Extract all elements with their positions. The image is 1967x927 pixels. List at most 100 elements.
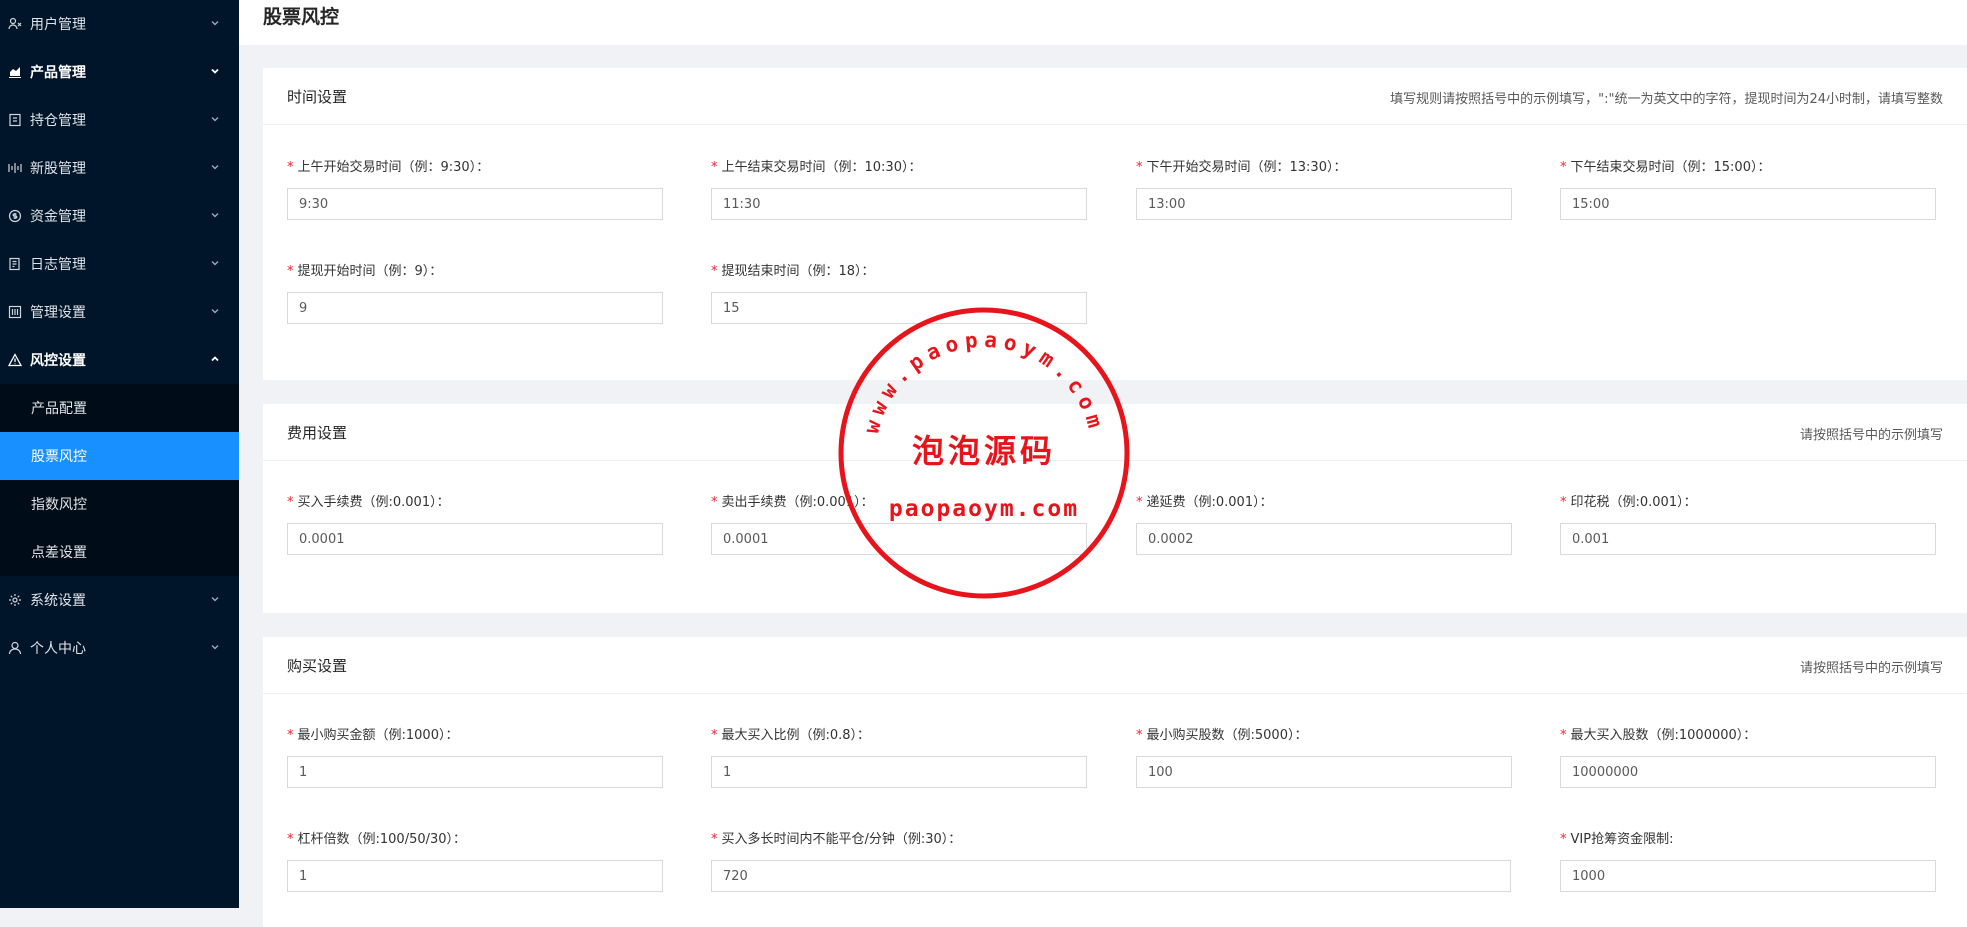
risk-settings-submenu: 产品配置 股票风控 指数风控 点差设置 [0, 384, 239, 576]
sidebar-item-label: 管理设置 [30, 305, 86, 321]
required-mark: * [287, 728, 294, 743]
main-content: 股票风控 时间设置 填写规则请按照括号中的示例填写，":"统一为英文中的字符，提… [239, 0, 1967, 927]
field-label: 最小购买金额（例:1000）： [297, 728, 459, 743]
required-mark: * [1560, 495, 1567, 510]
card-header: 费用设置 请按照括号中的示例填写 [263, 404, 1967, 461]
sidebar-item-ipo-management[interactable]: 新股管理 [0, 144, 239, 192]
sidebar-item-personal-center[interactable]: 个人中心 [0, 624, 239, 672]
time-settings-card: 时间设置 填写规则请按照括号中的示例填写，":"统一为英文中的字符，提现时间为2… [263, 68, 1967, 380]
chevron-down-icon [211, 596, 219, 602]
card-title: 时间设置 [287, 88, 348, 106]
sidebar-item-label: 用户管理 [30, 17, 86, 33]
card-title: 购买设置 [287, 657, 348, 675]
chevron-down-icon [211, 308, 219, 314]
required-mark: * [711, 832, 718, 847]
chevron-up-icon [211, 356, 219, 362]
am-start-time-input[interactable] [287, 188, 663, 220]
sidebar-subitem-index-risk[interactable]: 指数风控 [0, 480, 239, 528]
pm-end-time-input[interactable] [1560, 188, 1936, 220]
form-field: * VIP抢筹资金限制: [1560, 830, 1936, 892]
chevron-down-icon [211, 212, 219, 218]
buy-settings-card: 购买设置 请按照括号中的示例填写 *最小购买金额（例:1000）： *最大买入比… [263, 637, 1967, 927]
field-label: 上午结束交易时间（例：10:30）： [721, 160, 922, 175]
form-field: * 上午开始交易时间（例：9:30）： [287, 158, 663, 220]
chevron-down-icon [211, 68, 219, 74]
field-label: VIP抢筹资金限制: [1570, 832, 1674, 847]
sidebar-item-position-management[interactable]: 持仓管理 [0, 96, 239, 144]
card-hint: 请按照括号中的示例填写 [1799, 661, 1943, 676]
field-label: 最大买入比例（例:0.8）： [721, 728, 871, 743]
sell-fee-input[interactable] [711, 523, 1087, 555]
sidebar-item-label: 产品管理 [30, 65, 86, 81]
required-mark: * [1560, 728, 1567, 743]
form-field: * 印花税（例:0.001）： [1560, 493, 1936, 555]
max-buy-shares-input[interactable] [1560, 756, 1936, 788]
sidebar-item-system-settings[interactable]: 系统设置 [0, 576, 239, 624]
sidebar-item-label: 新股管理 [30, 161, 86, 177]
form-field: * 最大买入比例（例:0.8）： [711, 726, 1087, 788]
min-buy-amount-input[interactable] [287, 756, 663, 788]
leverage-input[interactable] [287, 860, 663, 892]
sidebar-item-label: 个人中心 [30, 641, 86, 657]
sidebar-item-fund-management[interactable]: 资金管理 [0, 192, 239, 240]
field-label: 上午开始交易时间（例：9:30）： [297, 160, 490, 175]
field-label: 最大买入股数（例:1000000）： [1570, 728, 1757, 743]
form-field: * 买入多长时间内不能平仓/分钟（例:30）： [711, 830, 1511, 892]
required-mark: * [287, 495, 294, 510]
user-admin-icon [8, 17, 22, 31]
form-field: * 下午结束交易时间（例：15:00）： [1560, 158, 1936, 220]
settings-panel-icon [8, 305, 22, 319]
pm-start-time-input[interactable] [1136, 188, 1512, 220]
vip-fund-limit-input[interactable] [1560, 860, 1936, 892]
sidebar-subitem-stock-risk[interactable]: 股票风控 [0, 432, 239, 480]
fee-settings-card: 费用设置 请按照括号中的示例填写 *买入手续费（例:0.001）： *卖出手续费… [263, 404, 1967, 613]
withdraw-end-time-input[interactable] [711, 292, 1087, 324]
form-field: * 递延费（例:0.001）： [1136, 493, 1512, 555]
required-mark: * [287, 264, 294, 279]
sidebar-item-label: 系统设置 [30, 593, 86, 609]
chevron-down-icon [211, 20, 219, 26]
am-end-time-input[interactable] [711, 188, 1087, 220]
sidebar-item-admin-settings[interactable]: 管理设置 [0, 288, 239, 336]
sidebar: 用户管理 产品管理 持仓管理 新股管理 资金管理 日志管理 管理设置 风控设置 … [0, 0, 239, 908]
form-field: * 卖出手续费（例:0.001）： [711, 493, 1087, 555]
sidebar-item-label: 持仓管理 [30, 113, 86, 129]
form-field: * 最大买入股数（例:1000000）： [1560, 726, 1936, 788]
field-label: 提现结束时间（例：18）： [721, 264, 875, 279]
stamp-duty-input[interactable] [1560, 523, 1936, 555]
sidebar-item-label: 日志管理 [30, 257, 86, 273]
chevron-down-icon [211, 260, 219, 266]
warning-icon [8, 353, 22, 367]
deferral-fee-input[interactable] [1136, 523, 1512, 555]
required-mark: * [711, 728, 718, 743]
gear-icon [8, 593, 22, 607]
buy-fee-input[interactable] [287, 523, 663, 555]
sidebar-subitem-spread-settings[interactable]: 点差设置 [0, 528, 239, 576]
sidebar-item-risk-settings[interactable]: 风控设置 [0, 336, 239, 384]
required-mark: * [1560, 160, 1567, 175]
field-label: 递延费（例:0.001）： [1146, 495, 1273, 510]
field-label: 提现开始时间（例：9）： [297, 264, 443, 279]
sidebar-item-log-management[interactable]: 日志管理 [0, 240, 239, 288]
chevron-down-icon [211, 116, 219, 122]
sidebar-item-product-management[interactable]: 产品管理 [0, 48, 239, 96]
form-field: * 提现结束时间（例：18）： [711, 262, 1087, 324]
form-field: * 最小购买股数（例:5000）： [1136, 726, 1512, 788]
field-label: 买入多长时间内不能平仓/分钟（例:30）： [721, 832, 962, 847]
card-hint: 请按照括号中的示例填写 [1799, 428, 1943, 443]
field-label: 最小购买股数（例:5000）： [1146, 728, 1308, 743]
form-field: * 最小购买金额（例:1000）： [287, 726, 663, 788]
withdraw-start-time-input[interactable] [287, 292, 663, 324]
sidebar-item-user-management[interactable]: 用户管理 [0, 0, 239, 48]
max-buy-ratio-input[interactable] [711, 756, 1087, 788]
chart-icon [8, 65, 22, 79]
required-mark: * [1136, 495, 1143, 510]
no-close-minutes-input[interactable] [711, 860, 1511, 892]
ipo-icon [8, 161, 22, 175]
form-field: * 买入手续费（例:0.001）： [287, 493, 663, 555]
sidebar-item-label: 资金管理 [30, 209, 86, 225]
sidebar-subitem-product-config[interactable]: 产品配置 [0, 384, 239, 432]
min-buy-shares-input[interactable] [1136, 756, 1512, 788]
chevron-down-icon [211, 644, 219, 650]
card-header: 时间设置 填写规则请按照括号中的示例填写，":"统一为英文中的字符，提现时间为2… [263, 68, 1967, 125]
